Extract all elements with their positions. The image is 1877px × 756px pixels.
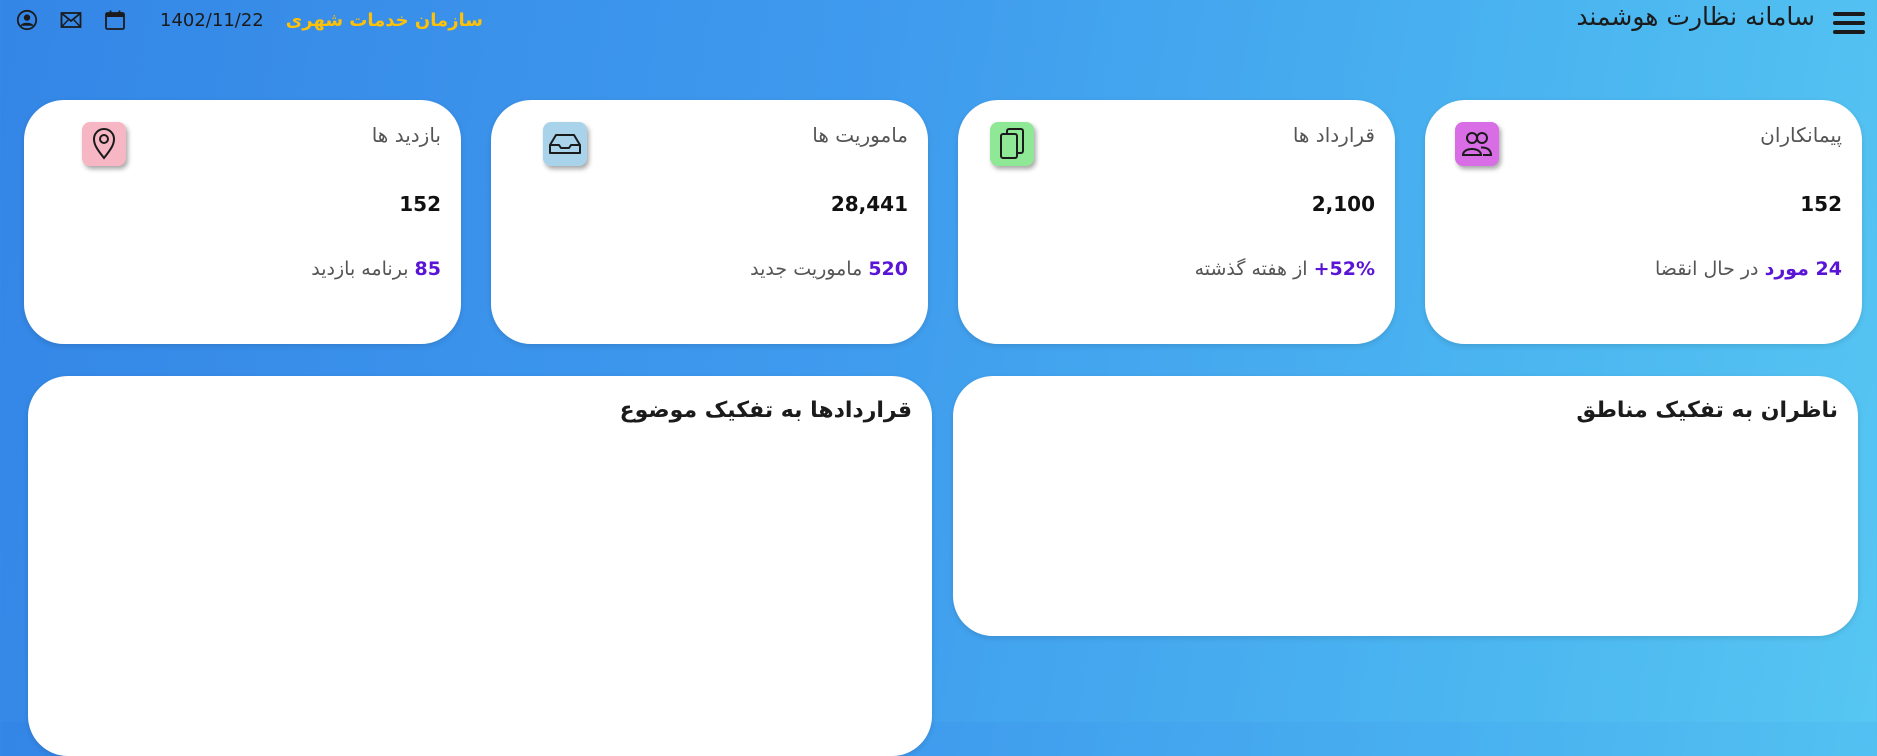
card-foot-text: ماموریت جدید bbox=[750, 258, 863, 280]
users-icon bbox=[1455, 122, 1499, 166]
card-value: 152 bbox=[399, 192, 441, 216]
card-value: 152 bbox=[1800, 192, 1842, 216]
inbox-icon bbox=[543, 122, 587, 166]
card-highlight: 85 bbox=[414, 258, 441, 280]
mail-icon[interactable] bbox=[58, 7, 84, 33]
card-foot-text: برنامه بازدید bbox=[311, 258, 409, 280]
hamburger-menu-icon[interactable] bbox=[1833, 12, 1865, 40]
inspectors-by-region-panel: ناظران به تفکیک مناطق bbox=[953, 376, 1858, 636]
card-value: 2,100 bbox=[1311, 192, 1375, 216]
visits-card[interactable]: بازدید ها 152 85 برنامه بازدید bbox=[24, 100, 461, 344]
documents-icon bbox=[990, 122, 1034, 166]
card-highlight: 520 bbox=[868, 258, 908, 280]
panel-title: قراردادها به تفکیک موضوع bbox=[619, 398, 912, 423]
organization-name: سازمان خدمات شهری bbox=[285, 9, 484, 31]
card-foot-text: در حال انقضا bbox=[1655, 258, 1759, 280]
card-highlight: 24 مورد bbox=[1764, 258, 1842, 280]
card-footnote: 24 مورد در حال انقضا bbox=[1655, 258, 1842, 280]
card-footnote: 520 ماموریت جدید bbox=[750, 258, 908, 280]
header-tools: 1402/11/22 سازمان خدمات شهری bbox=[14, 4, 483, 36]
card-foot-text: از هفته گذشته bbox=[1194, 258, 1308, 280]
calendar-icon[interactable] bbox=[102, 7, 128, 33]
card-highlight: +52% bbox=[1313, 258, 1375, 280]
card-value: 28,441 bbox=[830, 192, 908, 216]
card-footnote: +52% از هفته گذشته bbox=[1195, 258, 1375, 280]
missions-card[interactable]: ماموریت ها 28,441 520 ماموریت جدید bbox=[491, 100, 928, 344]
card-title: قرارداد ها bbox=[1292, 123, 1375, 147]
panel-title: ناظران به تفکیک مناطق bbox=[1576, 398, 1838, 423]
current-date: 1402/11/22 bbox=[160, 9, 264, 31]
contracts-card[interactable]: قرارداد ها 2,100 +52% از هفته گذشته bbox=[958, 100, 1395, 344]
top-bar: سامانه نظارت هوشمند 1402/11/22 سازمان خد… bbox=[0, 0, 1877, 60]
user-circle-icon[interactable] bbox=[14, 7, 40, 33]
card-title: بازدید ها bbox=[371, 123, 441, 147]
contractors-card[interactable]: پیمانکاران 152 24 مورد در حال انقضا bbox=[1425, 100, 1862, 344]
card-title: ماموریت ها bbox=[812, 123, 908, 147]
map-pin-icon bbox=[82, 122, 126, 166]
app-title: سامانه نظارت هوشمند bbox=[1576, 2, 1815, 31]
card-footnote: 85 برنامه بازدید bbox=[311, 258, 441, 280]
contracts-by-subject-panel: قراردادها به تفکیک موضوع bbox=[28, 376, 932, 756]
card-title: پیمانکاران bbox=[1760, 123, 1842, 147]
